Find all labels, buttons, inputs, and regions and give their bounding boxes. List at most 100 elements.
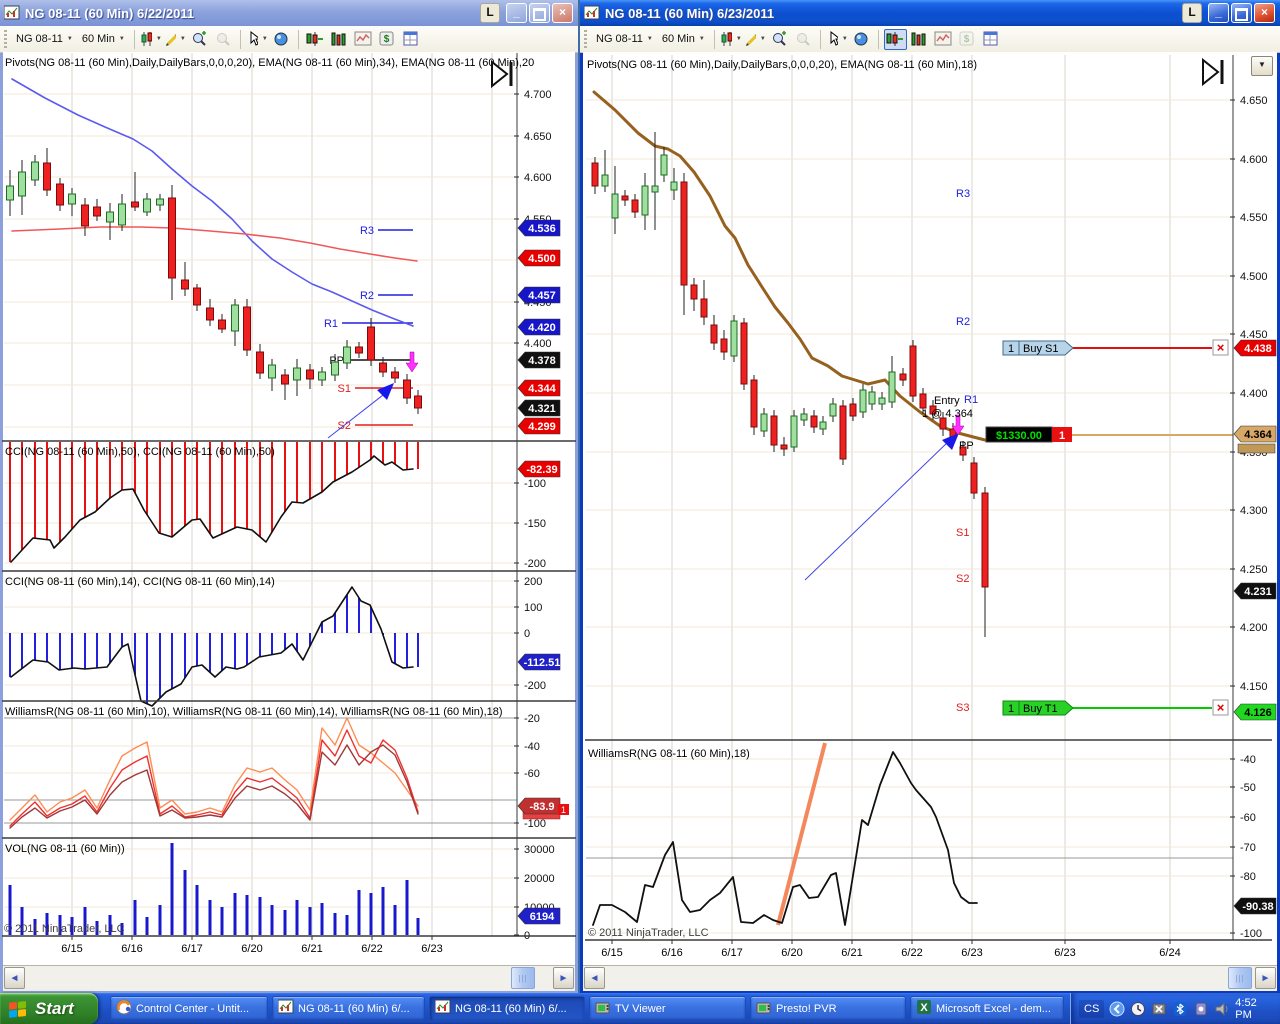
scrollbar-thumb[interactable]: |||	[511, 967, 535, 989]
clock[interactable]: 4:52 PM	[1235, 997, 1280, 1021]
zoom-in-icon[interactable]	[768, 29, 791, 50]
scroll-left-button[interactable]: ◄	[584, 967, 605, 989]
zoom-out-icon	[792, 29, 815, 50]
draw-tools-icon[interactable]: ▼	[744, 29, 767, 50]
task-button-0[interactable]: Control Center - Untit...	[110, 996, 268, 1021]
task-scheduler-icon[interactable]	[1130, 1001, 1146, 1017]
close-button[interactable]: ×	[552, 3, 573, 23]
titlebar[interactable]: NG 08-11 (60 Min) 6/23/2011 L _ ×	[580, 0, 1280, 26]
chart-window-right: NG 08-11 (60 Min) 6/23/2011 L _ × NG 08-…	[580, 0, 1280, 993]
scroll-right-button[interactable]: ►	[1255, 967, 1276, 989]
chart-trader-icon[interactable]	[304, 29, 327, 50]
horizontal-scrollbar[interactable]: ◄ ||| ►	[583, 965, 1277, 991]
minimize-button[interactable]: _	[506, 3, 527, 23]
region-highlight-icon[interactable]	[850, 29, 873, 50]
toolbar-grip[interactable]	[4, 30, 7, 48]
chart-toolbar: NG 08-11 ▼ 60 Min ▼ ▼ ▼ ▼ $	[0, 26, 578, 53]
language-indicator[interactable]: CS	[1079, 999, 1105, 1018]
window-title: NG 08-11 (60 Min) 6/22/2011	[25, 5, 195, 21]
scroll-right-button[interactable]: ►	[553, 967, 574, 989]
cursor-icon[interactable]: ▼	[246, 29, 269, 50]
task-button-label: TV Viewer	[615, 1002, 666, 1015]
chart-window-left: NG 08-11 (60 Min) 6/22/2011 L _ × NG 08-…	[0, 0, 578, 993]
chart-toolbar: NG 08-11 ▼ 60 Min ▼ ▼ ▼ ▼ $	[580, 26, 1280, 53]
start-button[interactable]: Start	[0, 993, 98, 1024]
account-dollar-icon[interactable]: $	[376, 29, 399, 50]
task-button-label: Control Center - Untit...	[136, 1002, 250, 1015]
draw-tools-icon[interactable]: ▼	[164, 29, 187, 50]
ninjatrader-icon	[116, 999, 132, 1018]
link-button[interactable]: L	[480, 3, 500, 23]
chart-style-icon[interactable]: ▼	[720, 29, 743, 50]
zoom-out-icon	[212, 29, 235, 50]
scroll-left-button[interactable]: ◄	[4, 967, 25, 989]
mini-chart-icon[interactable]	[352, 29, 375, 50]
market-depth-icon[interactable]	[328, 29, 351, 50]
hide-icons-button[interactable]	[1109, 1001, 1125, 1017]
excel-icon: X	[916, 999, 932, 1018]
scrollbar-thumb[interactable]: |||	[1228, 967, 1252, 989]
market-depth-icon[interactable]	[908, 29, 931, 50]
chart-trader-icon[interactable]	[883, 28, 907, 50]
chart-icon	[277, 999, 294, 1018]
svg-text:X: X	[920, 1002, 928, 1014]
window-title: NG 08-11 (60 Min) 6/23/2011	[605, 5, 775, 21]
task-button-1[interactable]: NG 08-11 (60 Min) 6/...	[272, 996, 425, 1021]
cursor-icon[interactable]: ▼	[826, 29, 849, 50]
task-button-label: NG 08-11 (60 Min) 6/...	[298, 1002, 410, 1015]
volume-icon[interactable]	[1214, 1001, 1230, 1017]
task-button-3[interactable]: TV Viewer	[589, 996, 746, 1021]
minimize-button[interactable]: _	[1208, 3, 1229, 23]
link-button[interactable]: L	[1182, 3, 1202, 23]
chevron-down-icon: ▼	[646, 36, 653, 42]
tv-icon	[756, 999, 772, 1018]
tv-icon	[595, 999, 611, 1018]
chevron-down-icon: ▼	[261, 36, 268, 42]
data-grid-icon[interactable]	[400, 29, 423, 50]
chevron-down-icon: ▼	[698, 36, 705, 42]
region-highlight-icon[interactable]	[270, 29, 293, 50]
toolbar-grip[interactable]	[584, 30, 587, 48]
usb-device-icon[interactable]	[1193, 1001, 1209, 1017]
window-chart-icon	[583, 5, 600, 21]
account-dollar-icon: $	[956, 29, 979, 50]
maximize-button[interactable]	[1231, 3, 1252, 23]
titlebar[interactable]: NG 08-11 (60 Min) 6/22/2011 L _ ×	[0, 0, 578, 26]
offline-icon[interactable]	[1151, 1001, 1167, 1017]
chart-style-icon[interactable]: ▼	[140, 29, 163, 50]
chevron-down-icon: ▼	[735, 36, 742, 42]
horizontal-scrollbar[interactable]: ◄ ||| ►	[3, 965, 575, 991]
chevron-down-icon: ▼	[179, 36, 186, 42]
system-tray: CS 4:52 PM	[1070, 993, 1280, 1024]
toolbar-separator	[819, 29, 821, 49]
task-button-label: NG 08-11 (60 Min) 6/...	[455, 1002, 567, 1015]
task-button-5[interactable]: X Microsoft Excel - dem...	[910, 996, 1064, 1021]
close-button[interactable]: ×	[1254, 3, 1275, 23]
chevron-down-icon: ▼	[118, 36, 125, 42]
task-button-4[interactable]: Presto! PVR	[750, 996, 906, 1021]
chart-client-area[interactable]	[3, 52, 575, 991]
instrument-dropdown-label: NG 08-11	[596, 33, 643, 45]
data-grid-icon[interactable]	[980, 29, 1003, 50]
toolbar-separator	[713, 29, 715, 49]
toolbar-separator	[133, 29, 135, 49]
chart-scale-dropdown-button[interactable]: ▼	[1251, 56, 1273, 76]
maximize-button[interactable]	[529, 3, 550, 23]
task-button-2[interactable]: NG 08-11 (60 Min) 6/...	[429, 996, 585, 1021]
zoom-in-icon[interactable]	[188, 29, 211, 50]
instrument-dropdown-label: NG 08-11	[16, 33, 63, 45]
chevron-down-icon: ▼	[66, 36, 73, 42]
bluetooth-icon[interactable]	[1172, 1001, 1188, 1017]
chevron-down-icon: ▼	[759, 36, 766, 42]
interval-dropdown[interactable]: 60 Min ▼	[658, 31, 709, 47]
mini-chart-icon[interactable]	[932, 29, 955, 50]
svg-text:$: $	[964, 34, 970, 45]
instrument-dropdown[interactable]: NG 08-11 ▼	[592, 31, 657, 47]
interval-dropdown[interactable]: 60 Min ▼	[78, 31, 129, 47]
chart-client-area[interactable]	[583, 52, 1277, 991]
interval-dropdown-label: 60 Min	[661, 33, 695, 45]
toolbar-separator	[239, 29, 241, 49]
instrument-dropdown[interactable]: NG 08-11 ▼	[12, 31, 77, 47]
toolbar-separator	[877, 29, 879, 49]
toolbar-separator	[297, 29, 299, 49]
